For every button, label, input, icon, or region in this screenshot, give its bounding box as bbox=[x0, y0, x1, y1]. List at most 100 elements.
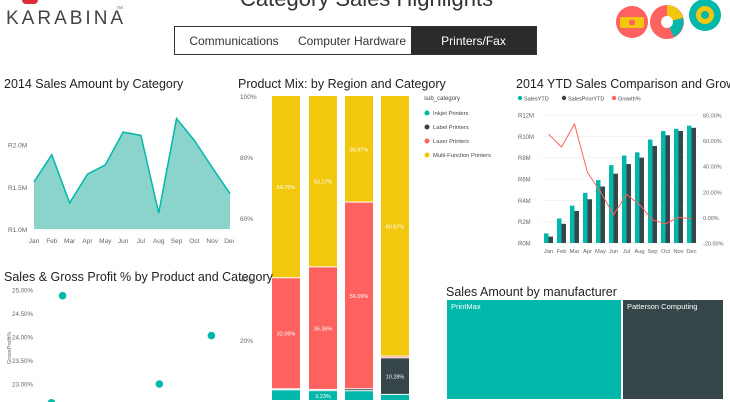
combo-y-right-tick: 60.00% bbox=[703, 139, 722, 145]
combo-x-tick: Mar bbox=[570, 249, 580, 255]
treemap-title: Sales Amount by manufacturer bbox=[446, 285, 730, 299]
stack-data-label: 3.23% bbox=[315, 394, 331, 400]
treemap-label-printmax: PrintMax bbox=[451, 302, 481, 311]
stack-y-tick: 60% bbox=[240, 216, 253, 223]
combo-bar-salespriorytd bbox=[692, 128, 697, 243]
stack-segment-inkjet-printers-4 bbox=[381, 395, 409, 400]
combo-y-right-tick: 20.00% bbox=[703, 190, 722, 196]
combo-bar-salesytd bbox=[687, 126, 692, 243]
stack-segment-laser-printers-4 bbox=[381, 357, 409, 358]
area-x-tick: Sep bbox=[171, 238, 183, 245]
combo-bar-salespriorytd bbox=[562, 224, 567, 243]
scatter-point bbox=[208, 332, 216, 340]
combo-x-tick: Sep bbox=[647, 249, 657, 255]
area-x-tick: Nov bbox=[206, 238, 218, 245]
scatter-chart: 23.00%23.50%24.00%24.50%25.00%GrossProfi… bbox=[4, 284, 234, 402]
combo-y-right-tick: 80.00% bbox=[703, 114, 722, 120]
area-y-tick: R2.0M bbox=[8, 143, 27, 150]
treemap-cell-patterson[interactable]: Patterson Computing bbox=[622, 299, 724, 400]
combo-bar-salesytd bbox=[570, 206, 575, 243]
combo-x-tick: Jan bbox=[544, 249, 553, 255]
tab-computer-hardware[interactable]: Computer Hardware bbox=[293, 27, 411, 54]
scatter-y-label: GrossProfit% bbox=[7, 331, 13, 364]
scatter-y-tick: 24.00% bbox=[12, 335, 33, 342]
brand-logo: KARABINA ™ bbox=[0, 0, 170, 40]
combo-x-tick: Nov bbox=[673, 249, 683, 255]
stack-data-label: 36.36% bbox=[314, 327, 333, 333]
category-tabs: Communications Computer Hardware Printer… bbox=[174, 26, 537, 55]
combo-legend-label: SalesYTD bbox=[524, 97, 549, 103]
area-x-tick: May bbox=[99, 238, 112, 245]
stack-legend-marker bbox=[425, 139, 430, 144]
stack-data-label: 59.75% bbox=[277, 185, 296, 191]
stack-legend-marker bbox=[425, 153, 430, 158]
brand-mark-icon bbox=[22, 0, 38, 4]
scatter-y-tick: 25.00% bbox=[12, 288, 33, 295]
brand-trademark: ™ bbox=[116, 6, 123, 13]
combo-legend-marker bbox=[518, 96, 522, 100]
combo-bar-salespriorytd bbox=[653, 146, 658, 243]
combo-bar-salesytd bbox=[674, 129, 679, 243]
area-x-tick: Aug bbox=[153, 238, 165, 245]
scatter-chart-panel: Sales & Gross Profit % by Product and Ca… bbox=[4, 270, 234, 400]
combo-chart-title: 2014 YTD Sales Comparison and Growth% bbox=[516, 77, 730, 91]
coin-icon bbox=[689, 0, 721, 31]
tab-communications[interactable]: Communications bbox=[175, 27, 293, 54]
combo-bar-salesytd bbox=[661, 131, 666, 243]
area-chart-panel: 2014 Sales Amount by Category R1.0M R1.5M… bbox=[4, 77, 234, 247]
stack-data-label: 53.17% bbox=[314, 180, 333, 186]
area-x-tick: Jan bbox=[29, 238, 40, 245]
stack-y-tick: 80% bbox=[240, 155, 253, 162]
area-x-tick: Mar bbox=[64, 238, 76, 245]
stack-data-label: 32.06% bbox=[277, 332, 296, 338]
combo-y-left-tick: R10M bbox=[518, 135, 534, 141]
area-chart-title: 2014 Sales Amount by Category bbox=[4, 77, 234, 91]
brand-name: KARABINA bbox=[6, 8, 126, 30]
stack-segment-inkjet-printers-1 bbox=[272, 390, 300, 400]
area-x-tick: Feb bbox=[46, 238, 58, 245]
area-x-tick: Jul bbox=[137, 238, 146, 245]
combo-x-tick: Jul bbox=[623, 249, 630, 255]
stack-legend-marker bbox=[425, 125, 430, 130]
area-y-tick: R1.0M bbox=[8, 227, 27, 234]
combo-y-left-tick: R12M bbox=[518, 114, 534, 120]
area-y-tick: R1.5M bbox=[8, 185, 27, 192]
scatter-point bbox=[59, 292, 67, 300]
combo-x-tick: May bbox=[595, 249, 606, 255]
combo-y-left-tick: R2M bbox=[518, 220, 531, 226]
combo-x-tick: Jun bbox=[609, 249, 618, 255]
stack-legend-title: sub_category bbox=[424, 96, 460, 102]
category-icons bbox=[610, 0, 730, 48]
combo-bar-salespriorytd bbox=[640, 158, 645, 243]
combo-y-right-tick: 40.00% bbox=[703, 165, 722, 171]
scatter-y-tick: 23.00% bbox=[12, 382, 33, 389]
combo-x-tick: Feb bbox=[557, 249, 567, 255]
combo-bar-salesytd bbox=[596, 180, 601, 243]
combo-bar-salesytd bbox=[648, 140, 653, 243]
combo-bar-salespriorytd bbox=[575, 211, 580, 243]
combo-bar-salesytd bbox=[622, 156, 627, 243]
combo-growth-line bbox=[549, 124, 692, 224]
stack-legend-marker bbox=[425, 111, 430, 116]
combo-x-tick: Aug bbox=[634, 249, 644, 255]
area-x-tick: Apr bbox=[82, 238, 93, 245]
combo-bar-salesytd bbox=[557, 218, 562, 243]
combo-bar-salespriorytd bbox=[679, 131, 684, 243]
combo-y-right-tick: -20.00% bbox=[703, 242, 724, 248]
stack-legend-label: Label Printers bbox=[433, 125, 469, 131]
combo-y-left-tick: R8M bbox=[518, 156, 531, 162]
stack-legend-label: Multi-Function Printers bbox=[433, 153, 491, 159]
combo-x-tick: Apr bbox=[583, 249, 592, 255]
pie-icon bbox=[650, 5, 684, 39]
combo-y-left-tick: R4M bbox=[518, 199, 531, 205]
money-icon bbox=[616, 6, 648, 38]
combo-bar-salesytd bbox=[635, 152, 640, 243]
area-chart: R1.0M R1.5M R2.0M Jan Feb Mar Apr May Jun Jul Aug S… bbox=[4, 93, 234, 248]
area-x-tick: Jun bbox=[118, 238, 129, 245]
treemap-cell-printmax[interactable]: PrintMax bbox=[446, 299, 622, 400]
tab-printers-fax[interactable]: Printers/Fax bbox=[411, 27, 536, 54]
area-fill bbox=[34, 119, 230, 229]
combo-bar-salespriorytd bbox=[549, 237, 554, 243]
stack-data-label: 80.67% bbox=[386, 224, 405, 230]
page-title: Category Sales Highlights bbox=[240, 0, 493, 12]
